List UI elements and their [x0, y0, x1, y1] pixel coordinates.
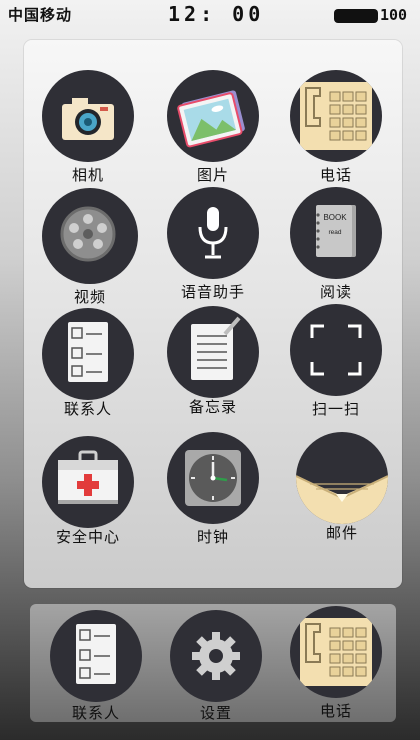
app-label: 扫一扫 [311, 400, 360, 418]
microphone-icon [167, 187, 259, 279]
app-clock[interactable]: 时钟 [153, 432, 273, 552]
book-cover-title: BOOK [323, 213, 347, 222]
dock-app-contacts[interactable]: 联系人 [36, 610, 156, 730]
app-camera[interactable]: 相机 [28, 70, 148, 190]
app-label: 视频 [73, 288, 106, 306]
status-bar: 中国移动 12: 00 100 [0, 0, 420, 30]
first-aid-icon [42, 436, 134, 528]
app-label: 联系人 [63, 400, 112, 418]
app-security-center[interactable]: 安全中心 [28, 436, 148, 556]
home-screen-panel: 相机 图片 电话 视频 语音助手 BOOK read 阅读 联系人 备忘录 扫一… [24, 40, 402, 588]
mail-icon [296, 432, 388, 524]
memo-icon [167, 306, 259, 398]
app-label: 邮件 [325, 524, 358, 542]
app-label: 备忘录 [188, 398, 237, 416]
app-label: 语音助手 [180, 283, 245, 301]
dock: 联系人 设置 电话 [30, 604, 396, 722]
dock-app-phone[interactable]: 电话 [276, 606, 396, 726]
app-photos[interactable]: 图片 [153, 70, 273, 190]
app-label: 相机 [71, 166, 104, 184]
app-memo[interactable]: 备忘录 [153, 306, 273, 426]
app-reading[interactable]: BOOK read 阅读 [276, 187, 396, 307]
app-scan[interactable]: 扫一扫 [276, 304, 396, 424]
app-label: 图片 [196, 166, 229, 184]
app-label: 安全中心 [55, 528, 120, 546]
book-icon: BOOK read [290, 187, 382, 279]
dock-app-label: 设置 [199, 704, 232, 722]
app-phone[interactable]: 电话 [276, 70, 396, 190]
carrier-name: 中国移动 [8, 6, 73, 24]
dock-app-label: 电话 [319, 702, 352, 720]
dock-app-label: 联系人 [71, 704, 120, 722]
app-contacts[interactable]: 联系人 [28, 308, 148, 428]
phone-keypad-icon [290, 606, 382, 698]
film-reel-icon [42, 188, 138, 284]
app-label: 电话 [319, 166, 352, 184]
clock-icon [167, 432, 259, 524]
photo-icon [167, 70, 259, 162]
phone-keypad-icon [290, 70, 382, 162]
app-mail[interactable]: 邮件 [282, 432, 402, 552]
battery-level: 100 [380, 6, 408, 24]
contacts-icon [50, 610, 142, 702]
book-cover-subtitle: read [328, 229, 341, 236]
app-label: 阅读 [319, 283, 352, 301]
contacts-icon [42, 308, 134, 400]
app-label: 时钟 [196, 528, 229, 546]
scan-icon [290, 304, 382, 396]
clock-time: 12: 00 [168, 2, 265, 26]
dock-app-settings[interactable]: 设置 [156, 610, 276, 730]
app-video[interactable]: 视频 [30, 188, 150, 308]
battery-icon [334, 9, 378, 23]
camera-icon [42, 70, 134, 162]
gear-icon [170, 610, 262, 702]
app-voice-assistant[interactable]: 语音助手 [153, 187, 273, 307]
